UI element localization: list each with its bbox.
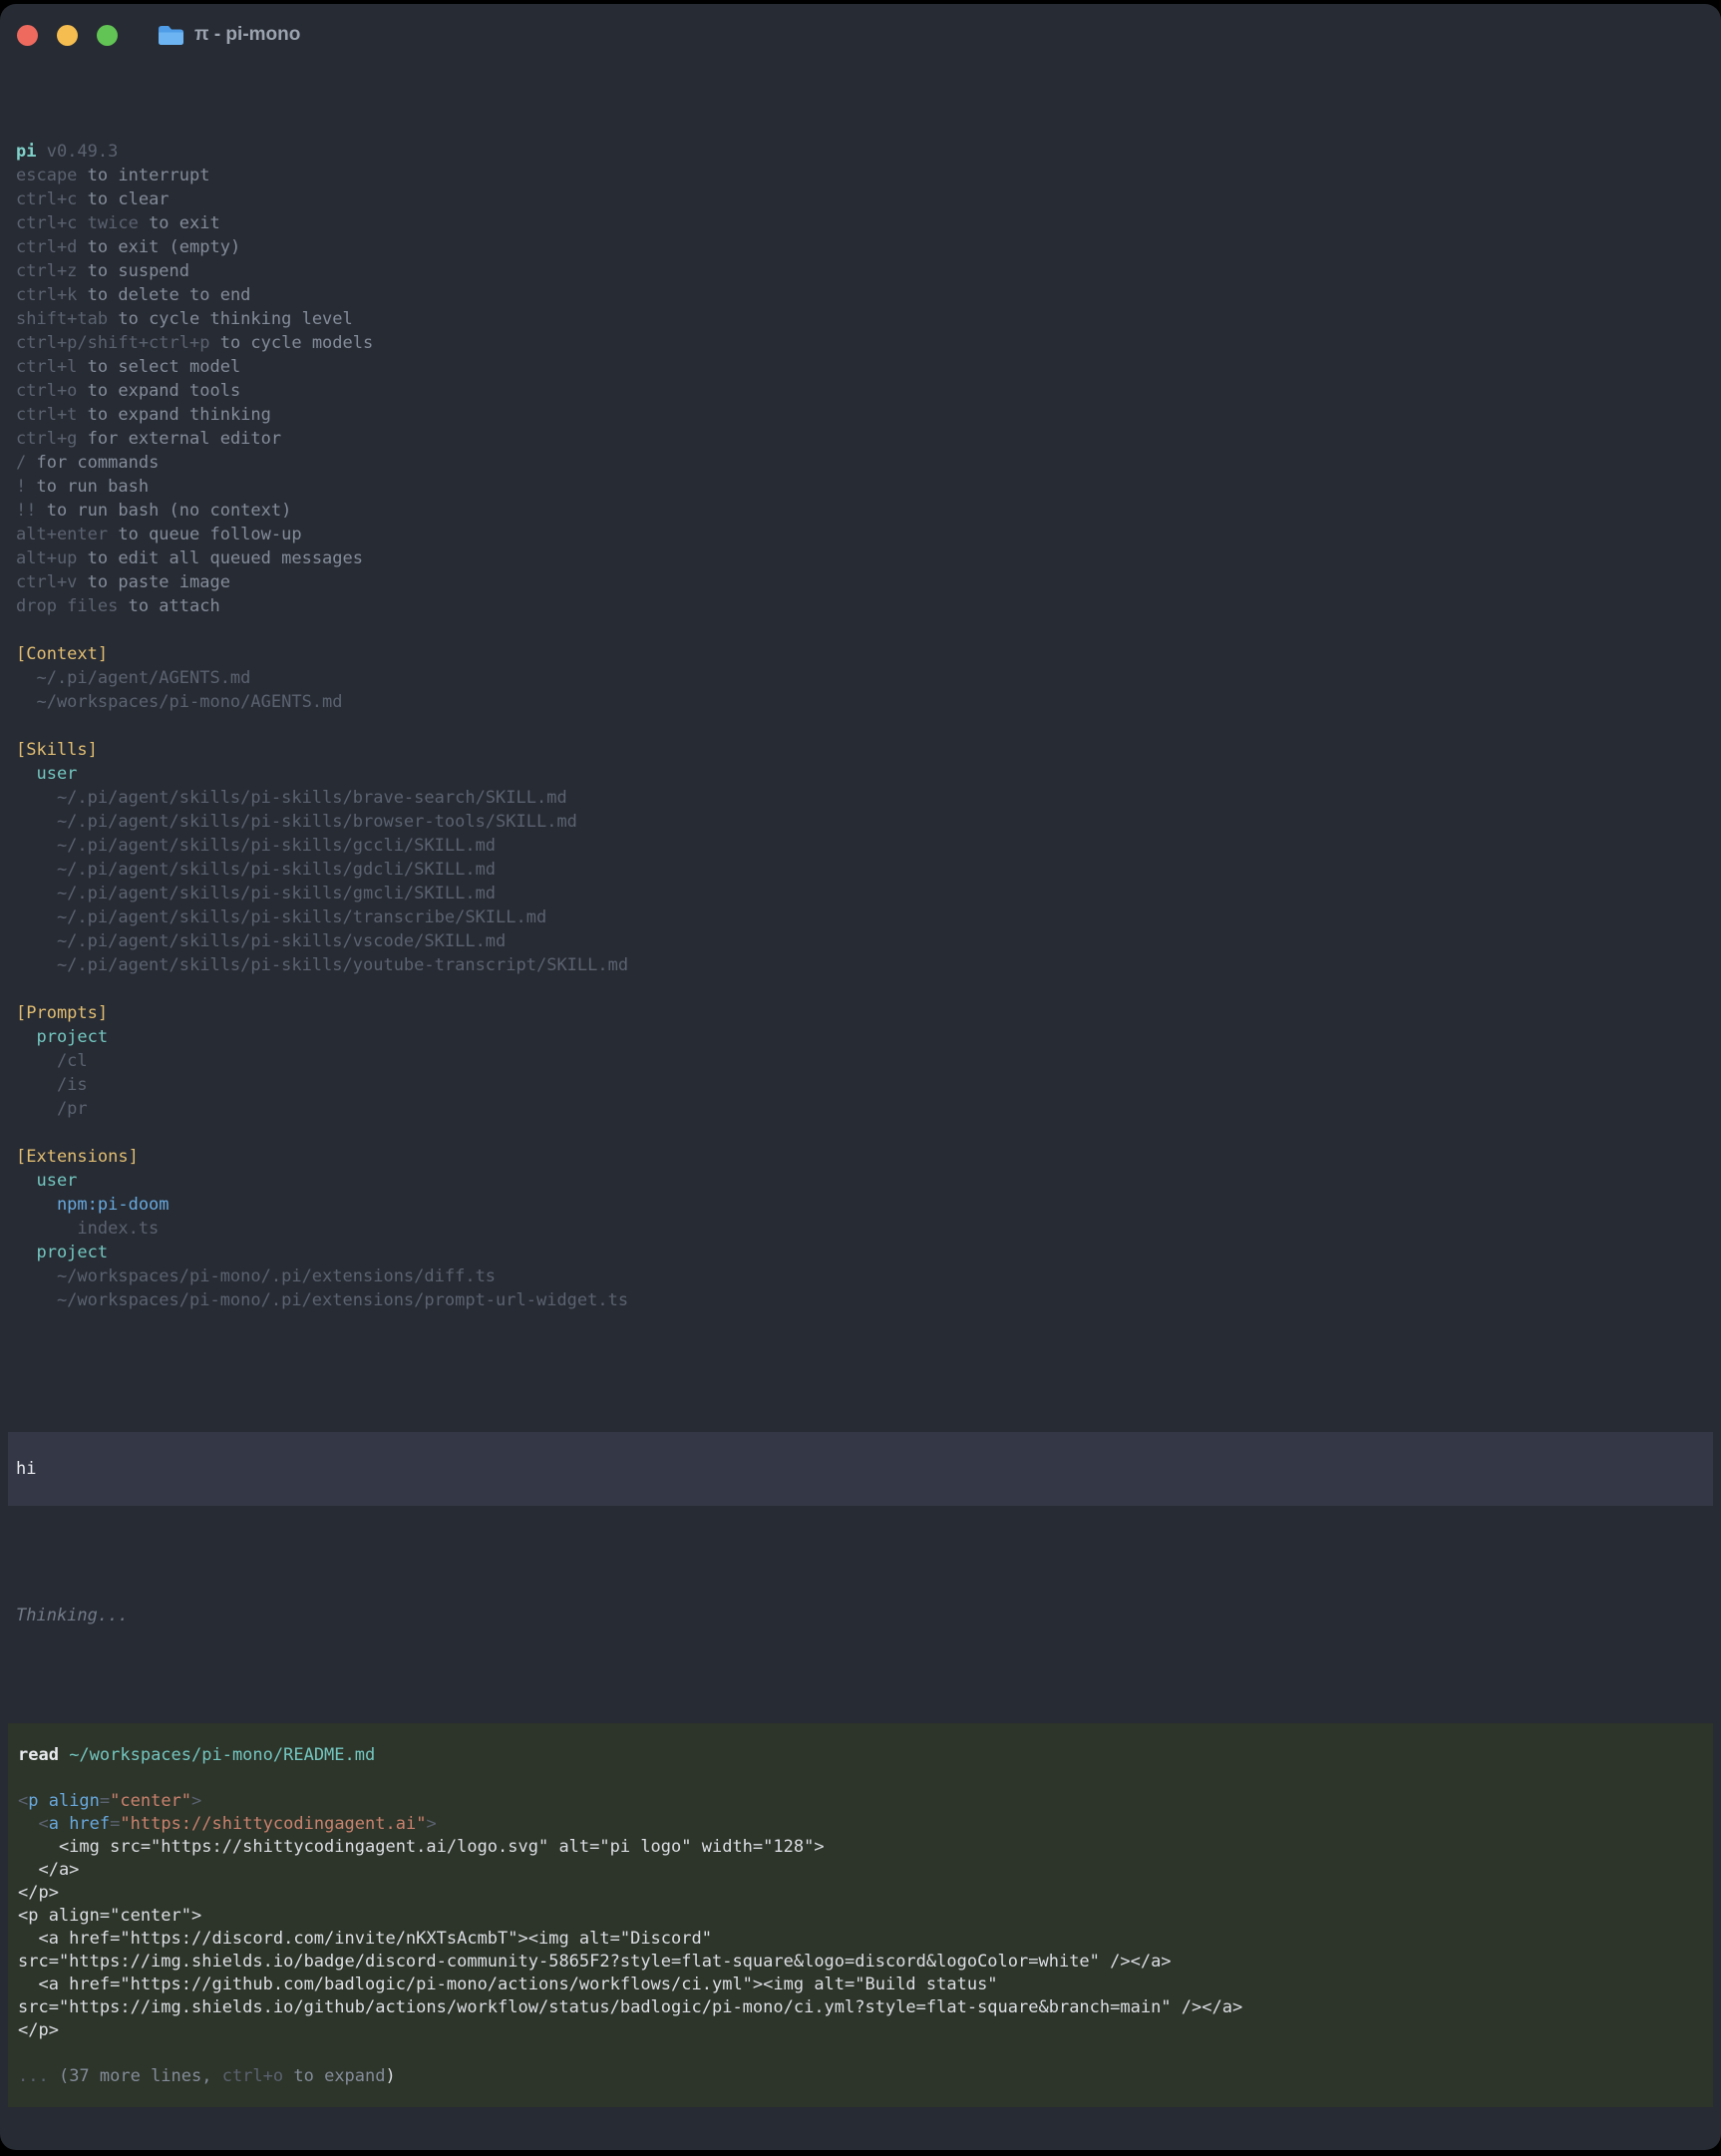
terminal-line: / for commands — [16, 451, 1721, 475]
terminal-line — [18, 1767, 1703, 1790]
terminal-line: ctrl+l to select model — [16, 355, 1721, 379]
terminal-line: /pr — [16, 1097, 1721, 1121]
terminal-line: project — [16, 1025, 1721, 1049]
terminal-line: ~/.pi/agent/skills/pi-skills/transcribe/… — [16, 905, 1721, 929]
terminal-line: [Context] — [16, 642, 1721, 666]
terminal-line: [Prompts] — [16, 1001, 1721, 1025]
terminal-line: /cl — [16, 1049, 1721, 1073]
terminal-line: drop files to attach — [16, 594, 1721, 618]
terminal-line: <p align="center"> — [18, 1905, 1703, 1928]
minimize-button[interactable] — [57, 25, 78, 46]
terminal-line: project — [16, 1241, 1721, 1264]
terminal-line: ~/.pi/agent/skills/pi-skills/browser-too… — [16, 810, 1721, 834]
terminal-line: ~/.pi/agent/skills/pi-skills/gdcli/SKILL… — [16, 858, 1721, 882]
folder-icon — [158, 25, 184, 46]
terminal-line: /is — [16, 1073, 1721, 1097]
terminal-line: ctrl+p/shift+ctrl+p to cycle models — [16, 331, 1721, 355]
terminal-line: alt+enter to queue follow-up — [16, 523, 1721, 546]
terminal-line: npm:pi-doom — [16, 1193, 1721, 1217]
terminal-window: π - pi-mono pi v0.49.3escape to interrup… — [0, 4, 1721, 2150]
terminal-line: user — [16, 762, 1721, 786]
terminal-line: pi v0.49.3 — [16, 140, 1721, 164]
terminal-line: ~/.pi/agent/AGENTS.md — [16, 666, 1721, 690]
terminal-line — [16, 618, 1721, 642]
terminal-line: user — [16, 1169, 1721, 1193]
terminal-line: ... (37 more lines, ctrl+o to expand) — [18, 2065, 1703, 2088]
terminal-line — [16, 977, 1721, 1001]
traffic-lights — [17, 25, 137, 46]
terminal-line: ~/workspaces/pi-mono/.pi/extensions/prom… — [16, 1288, 1721, 1312]
user-message: hi — [8, 1432, 1713, 1506]
terminal-line: <img src="https://shittycodingagent.ai/l… — [18, 1836, 1703, 1859]
terminal-line: <a href="https://shittycodingagent.ai"> — [18, 1813, 1703, 1836]
title-bar[interactable]: π - pi-mono — [0, 4, 1721, 66]
terminal-line: src="https://img.shields.io/github/actio… — [18, 1996, 1703, 2019]
terminal-line: read ~/workspaces/pi-mono/README.md — [18, 1744, 1703, 1767]
terminal-line: ctrl+d to exit (empty) — [16, 235, 1721, 259]
tool-output-read: read ~/workspaces/pi-mono/README.md <p a… — [8, 1723, 1713, 2107]
terminal-line — [16, 714, 1721, 738]
terminal-line: escape to interrupt — [16, 164, 1721, 187]
terminal-line: ctrl+g for external editor — [16, 427, 1721, 451]
terminal-line: !! to run bash (no context) — [16, 499, 1721, 523]
terminal-line — [18, 2042, 1703, 2065]
terminal-content: pi v0.49.3escape to interruptctrl+c to c… — [0, 66, 1721, 2150]
terminal-line: ctrl+c to clear — [16, 187, 1721, 211]
zoom-button[interactable] — [97, 25, 118, 46]
terminal-line: ~/.pi/agent/skills/pi-skills/gmcli/SKILL… — [16, 882, 1721, 905]
startup-info: pi v0.49.3escape to interruptctrl+c to c… — [0, 114, 1721, 1312]
terminal-line: ctrl+t to expand thinking — [16, 403, 1721, 427]
user-message-text: hi — [16, 1459, 36, 1479]
terminal-line: ~/.pi/agent/skills/pi-skills/youtube-tra… — [16, 953, 1721, 977]
terminal-line: ~/.pi/agent/skills/pi-skills/gccli/SKILL… — [16, 834, 1721, 858]
terminal-line: ~/.pi/agent/skills/pi-skills/vscode/SKIL… — [16, 929, 1721, 953]
terminal-line: </p> — [18, 2019, 1703, 2042]
terminal-line: ~/workspaces/pi-mono/AGENTS.md — [16, 690, 1721, 714]
thinking-indicator: Thinking... — [16, 1604, 1721, 1627]
terminal-line: [Extensions] — [16, 1145, 1721, 1169]
terminal-line: ~/.pi/agent/skills/pi-skills/brave-searc… — [16, 786, 1721, 810]
terminal-line: ! to run bash — [16, 475, 1721, 499]
terminal-line: ctrl+o to expand tools — [16, 379, 1721, 403]
terminal-line: <p align="center"> — [18, 1790, 1703, 1813]
terminal-line: </a> — [18, 1859, 1703, 1882]
terminal-line: ctrl+z to suspend — [16, 259, 1721, 283]
terminal-line: <a href="https://github.com/badlogic/pi-… — [18, 1974, 1703, 1996]
terminal-line: src="https://img.shields.io/badge/discor… — [18, 1951, 1703, 1974]
terminal-line — [16, 1121, 1721, 1145]
close-button[interactable] — [17, 25, 38, 46]
terminal-line: <a href="https://discord.com/invite/nKXT… — [18, 1928, 1703, 1951]
terminal-line: index.ts — [16, 1217, 1721, 1241]
terminal-line: ~/workspaces/pi-mono/.pi/extensions/diff… — [16, 1264, 1721, 1288]
terminal-line: ctrl+v to paste image — [16, 570, 1721, 594]
window-title: π - pi-mono — [194, 24, 300, 46]
terminal-line: alt+up to edit all queued messages — [16, 546, 1721, 570]
terminal-line: ctrl+k to delete to end — [16, 283, 1721, 307]
terminal-line: ctrl+c twice to exit — [16, 211, 1721, 235]
terminal-line: [Skills] — [16, 738, 1721, 762]
terminal-line: shift+tab to cycle thinking level — [16, 307, 1721, 331]
terminal-line: </p> — [18, 1882, 1703, 1905]
